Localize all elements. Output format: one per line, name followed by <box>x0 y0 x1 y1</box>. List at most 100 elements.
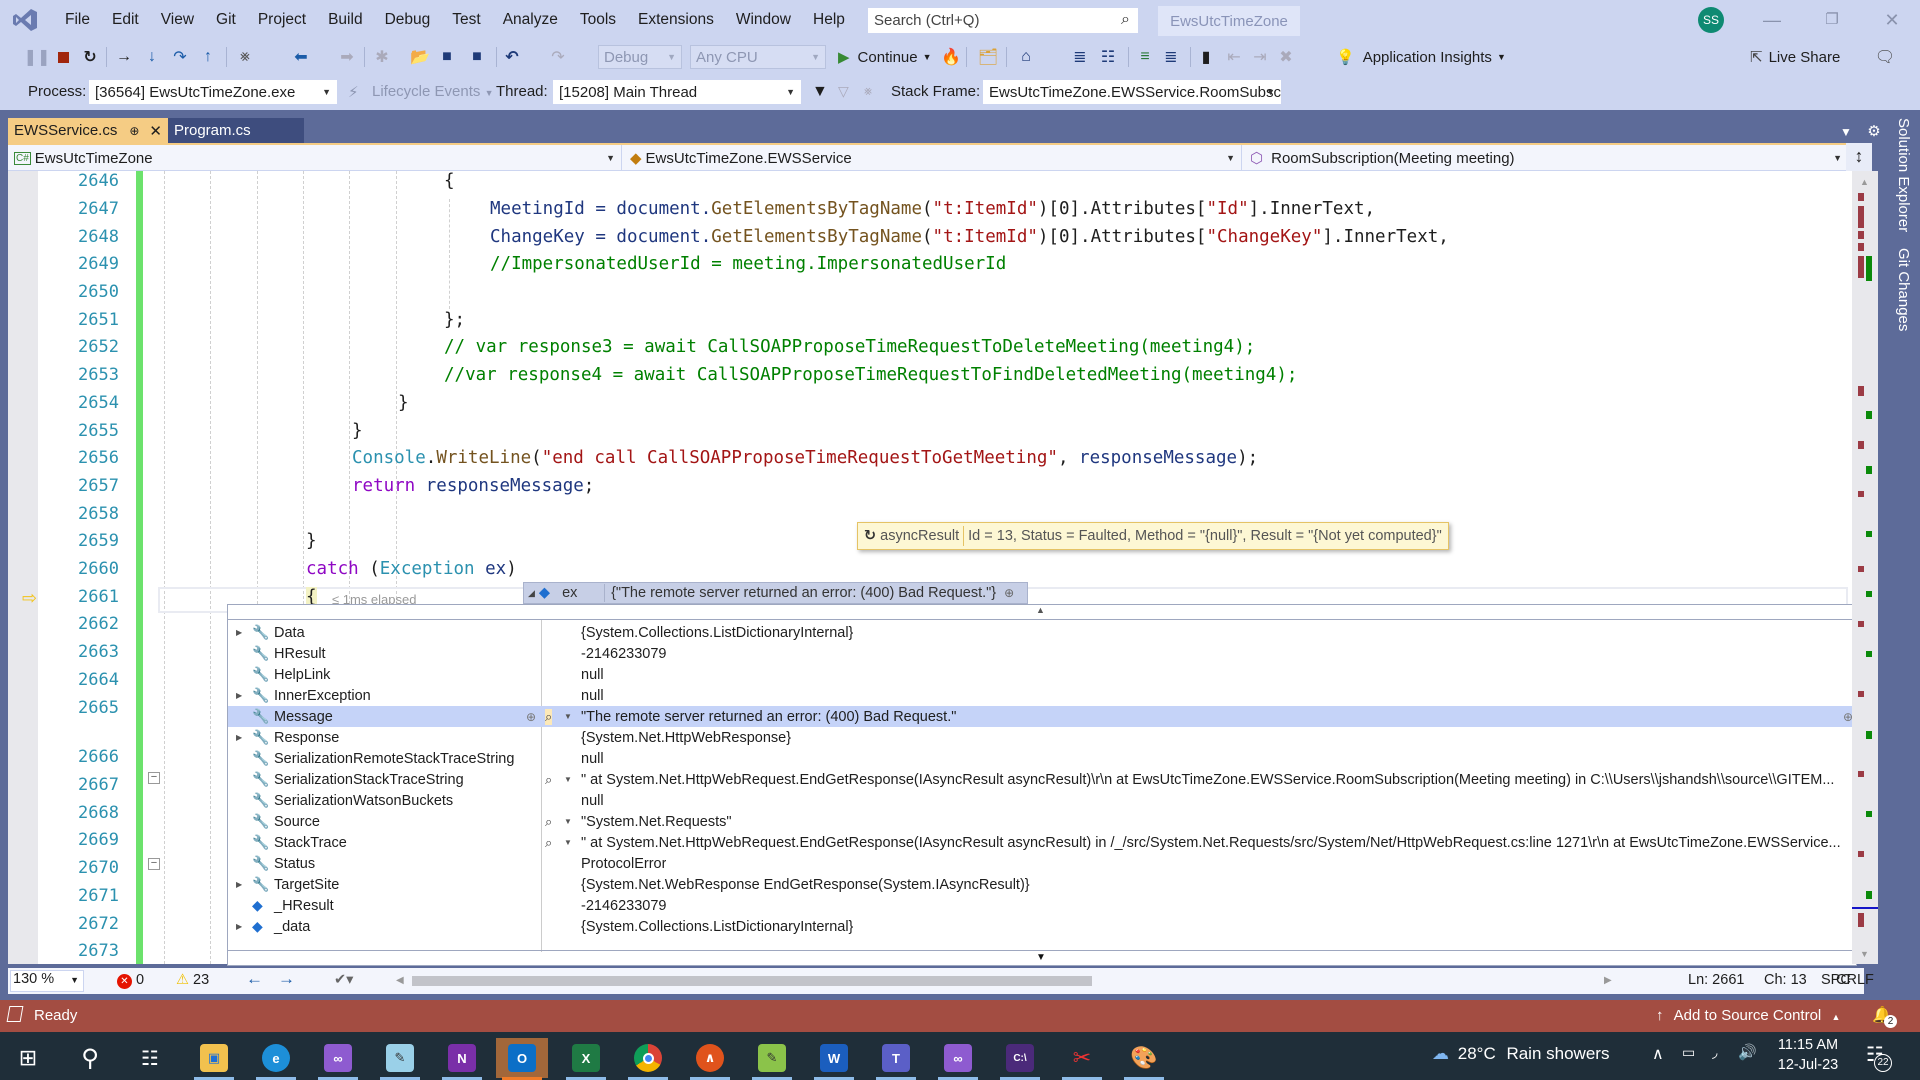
redo-icon[interactable]: ↷ <box>548 45 568 69</box>
search-input[interactable]: Search (Ctrl+Q) ⌕ <box>867 7 1139 34</box>
show-next-statement-icon[interactable]: → <box>114 45 134 69</box>
start-button[interactable]: ⊞ <box>2 1038 54 1078</box>
undo-icon[interactable]: ↶ <box>502 45 522 69</box>
menu-window[interactable]: Window <box>725 11 802 29</box>
menu-tools[interactable]: Tools <box>569 11 627 29</box>
horizontal-scrollbar-thumb[interactable] <box>412 976 1092 986</box>
property-value[interactable]: {System.Net.HttpWebResponse} <box>581 730 791 746</box>
property-value[interactable]: {System.Net.WebResponse EndGetResponse(S… <box>581 877 1030 893</box>
split-window-icon[interactable]: ↕ <box>1846 143 1872 171</box>
show-hidden-icons[interactable]: ∧ <box>1652 1044 1664 1064</box>
navigate-forward-icon[interactable]: → <box>278 969 295 989</box>
feedback-icon[interactable]: 🗨 <box>1874 45 1896 69</box>
save-all-icon[interactable]: ■ <box>466 45 488 69</box>
git-changes-tab[interactable]: Git Changes <box>1888 248 1912 331</box>
property-row[interactable]: 🔧 HelpLink null <box>228 664 1856 685</box>
collapse-region-icon[interactable]: − <box>148 858 160 870</box>
warnings-indicator[interactable]: ⚠ 23 <box>176 972 209 988</box>
scroll-down-icon[interactable]: ▼ <box>1860 949 1869 959</box>
taskbar-edge[interactable]: e <box>250 1038 302 1080</box>
lifecycle-events-button[interactable]: Lifecycle Events ▼ <box>372 83 493 100</box>
next-bookmark-icon[interactable]: ⇥ <box>1252 45 1268 69</box>
pause-icon[interactable]: ❚❚ <box>24 45 51 69</box>
property-value[interactable]: {System.Collections.ListDictionaryIntern… <box>581 625 853 641</box>
taskbar-word[interactable]: W <box>808 1038 860 1080</box>
breakpoint-margin[interactable] <box>8 171 38 964</box>
show-flagged-threads-icon[interactable]: ▽ <box>838 83 849 100</box>
taskbar-visual-studio[interactable]: ∞ <box>312 1038 364 1080</box>
weather-widget[interactable]: ☁ 28°C Rain showers <box>1432 1044 1609 1064</box>
property-row[interactable]: ◆ _HResult -2146233079 <box>228 895 1856 916</box>
minimize-button[interactable]: — <box>1752 6 1792 34</box>
refresh-icon[interactable]: ↻ <box>864 528 876 544</box>
menu-extensions[interactable]: Extensions <box>627 11 725 29</box>
property-value[interactable]: "System.Net.Requests" <box>581 814 732 830</box>
class-dropdown[interactable]: ◆ EwsUtcTimeZone.EWSService ▼ <box>624 145 1242 171</box>
previous-bookmark-icon[interactable]: ⇤ <box>1226 45 1242 69</box>
property-row[interactable]: 🔧 Status ProtocolError <box>228 853 1856 874</box>
solution-explorer-tab[interactable]: Solution Explorer <box>1888 118 1912 232</box>
property-value[interactable]: "The remote server returned an error: (4… <box>581 709 956 725</box>
menu-analyze[interactable]: Analyze <box>492 11 569 29</box>
battery-icon[interactable]: ▭ <box>1682 1044 1695 1061</box>
property-row[interactable]: 🔧 SerializationWatsonBuckets null <box>228 790 1856 811</box>
taskbar-app-orange[interactable]: ∧ <box>684 1038 736 1080</box>
hex-display-icon[interactable]: ⨳ <box>234 45 256 69</box>
text-visualizer-icon[interactable]: ⌕ <box>545 772 552 788</box>
pin-icon[interactable]: ⊕ <box>129 124 139 138</box>
open-folder-icon[interactable]: 📂 <box>410 45 430 69</box>
taskbar-chrome[interactable] <box>622 1038 674 1080</box>
property-row[interactable]: ▶ 🔧 Data {System.Collections.ListDictionary… <box>228 622 1856 643</box>
taskbar-terminal[interactable]: C:\ <box>994 1038 1046 1080</box>
expand-icon[interactable]: ▶ <box>236 880 242 889</box>
expand-icon[interactable]: ▶ <box>236 733 242 742</box>
property-row[interactable]: 🔧 SerializationRemoteStackTraceString null <box>228 748 1856 769</box>
scroll-left-icon[interactable]: ◀ <box>396 975 404 986</box>
stack-frame-select[interactable]: EwsUtcTimeZone.EWSService.RoomSubsc ▼ <box>982 79 1282 105</box>
text-visualizer-icon[interactable]: ⌕ <box>545 835 552 851</box>
async-result-datatip[interactable]: ↻ asyncResult Id = 13, Status = Faulted,… <box>857 522 1449 550</box>
restart-icon[interactable]: ↻ <box>80 45 100 69</box>
property-row[interactable]: 🔧 Source ⌕ ▼ "System.Net.Requests" <box>228 811 1856 832</box>
step-out-icon[interactable]: ↑ <box>200 45 216 69</box>
menu-debug[interactable]: Debug <box>374 11 442 29</box>
bookmark-icon[interactable]: ▮ <box>1198 45 1214 69</box>
property-row[interactable]: 🔧 SerializationStackTraceString ⌕ ▼ " at Sys… <box>228 769 1856 790</box>
property-row[interactable]: ▶ 🔧 InnerException null <box>228 685 1856 706</box>
show-external-code-icon[interactable]: ⨳ <box>864 83 872 99</box>
property-value[interactable]: -2146233079 <box>581 646 666 662</box>
thread-select[interactable]: [15208] Main Thread ▼ <box>552 79 802 105</box>
taskbar-teams[interactable]: T <box>870 1038 922 1080</box>
tab-settings-icon[interactable]: ⚙ <box>1867 123 1880 140</box>
close-window-button[interactable]: ✕ <box>1872 6 1912 34</box>
collapse-region-icon[interactable]: − <box>148 772 160 784</box>
scroll-up-icon[interactable]: ▲ <box>1860 177 1869 187</box>
property-value[interactable]: null <box>581 688 604 704</box>
step-over-icon[interactable]: ↷ <box>170 45 190 69</box>
visualizer-dropdown-icon[interactable]: ▼ <box>564 817 572 826</box>
menu-edit[interactable]: Edit <box>101 11 150 29</box>
volume-icon[interactable]: 🔊 <box>1738 1043 1757 1061</box>
solution-platform-select[interactable]: Any CPU ▼ <box>690 45 826 69</box>
find-in-files-icon[interactable]: 🗂 <box>978 45 998 69</box>
solution-explorer-icon[interactable]: ≣ <box>1070 45 1090 69</box>
clear-bookmarks-icon[interactable]: ✖ <box>1278 45 1294 69</box>
menu-git[interactable]: Git <box>205 11 247 29</box>
taskbar-visual-studio-2[interactable]: ∞ <box>932 1038 984 1080</box>
save-icon[interactable]: ■ <box>438 45 456 69</box>
user-avatar[interactable]: SS <box>1698 7 1724 33</box>
scroll-down-button[interactable]: ▼ <box>228 950 1856 965</box>
zoom-select[interactable]: 130 % ▼ <box>10 970 84 992</box>
solution-configuration-select[interactable]: Debug ▼ <box>598 45 682 69</box>
taskbar-file-explorer[interactable]: ▣ <box>188 1038 240 1080</box>
pin-icon[interactable]: ⊕ <box>1004 586 1014 600</box>
tab-list-dropdown-icon[interactable]: ▼ <box>1840 125 1852 139</box>
property-row[interactable]: 🔧 StackTrace ⌕ ▼ " at System.Net.HttpWebRequ… <box>228 832 1856 853</box>
code-cleanup-icon[interactable]: ✔▾ <box>334 972 353 988</box>
property-value[interactable]: null <box>581 793 604 809</box>
process-select[interactable]: [36564] EwsUtcTimeZone.exe ▼ <box>88 79 338 105</box>
indent-icon[interactable]: ≡ <box>1136 45 1154 69</box>
new-project-icon[interactable]: ✱ <box>372 45 392 69</box>
hot-reload-icon[interactable]: 🔥 <box>941 45 961 69</box>
line-ending-indicator[interactable]: CRLF <box>1836 972 1874 988</box>
